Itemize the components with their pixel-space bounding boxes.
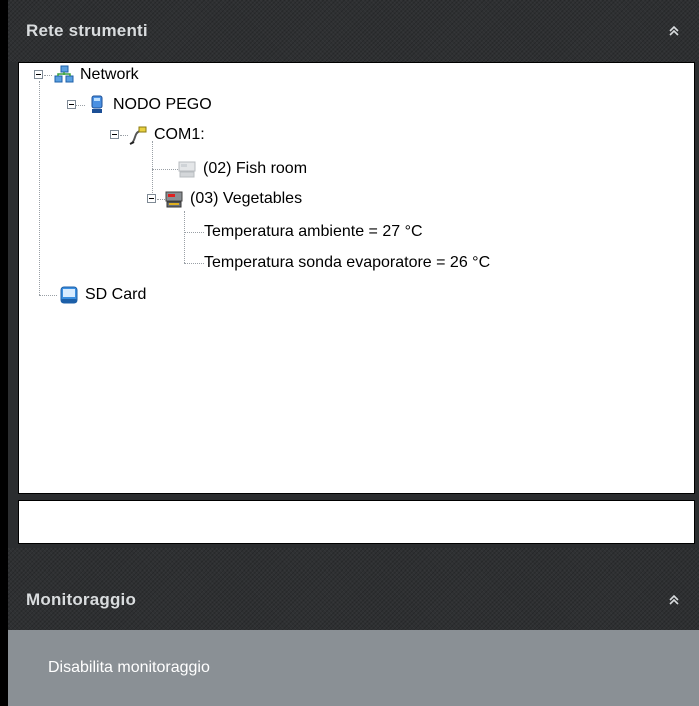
tree-label-vegetables: (03) Vegetables — [190, 190, 303, 207]
network-tree[interactable]: Network NODO PEGO COM1: (02) Fish room (… — [18, 62, 695, 494]
tree-label-sdcard: SD Card — [85, 286, 147, 303]
chevron-double-up-icon[interactable] — [667, 24, 681, 38]
serial-cable-icon — [129, 126, 147, 145]
network-panel-title: Rete strumenti — [26, 21, 148, 40]
tree-item-temp-probe[interactable]: Temperatura sonda evaporatore = 26 °C — [202, 252, 490, 274]
tree-item-network[interactable]: Network — [54, 64, 139, 86]
tree-label-node: NODO PEGO — [113, 96, 212, 113]
tree-label-temp-ambient: Temperatura ambiente = 27 °C — [204, 223, 423, 240]
tree-line — [39, 295, 57, 296]
tree-line — [184, 211, 185, 263]
tree-line — [120, 135, 128, 136]
tree-label-network: Network — [80, 66, 139, 83]
disable-monitoring-label: Disabilita monitoraggio — [48, 659, 210, 676]
disable-monitoring-button[interactable]: Disabilita monitoraggio — [8, 630, 699, 706]
tree-item-port[interactable]: COM1: — [128, 124, 205, 146]
tree-label-fish-room: (02) Fish room — [203, 160, 308, 177]
computer-node-icon — [91, 95, 103, 113]
tree-label-temp-probe: Temperatura sonda evaporatore = 26 °C — [204, 254, 491, 271]
monitoring-panel-header[interactable]: Monitoraggio — [8, 570, 699, 630]
expander-port[interactable] — [110, 130, 119, 139]
tree-line — [39, 81, 40, 295]
tree-line — [44, 75, 52, 76]
device-offline-icon — [178, 161, 196, 178]
panel-separator — [8, 548, 699, 570]
left-border — [0, 0, 8, 706]
tree-line — [75, 105, 85, 106]
expander-vegetables[interactable] — [147, 194, 156, 203]
monitoring-panel-title: Monitoraggio — [26, 590, 137, 609]
tree-item-fish-room[interactable]: (02) Fish room — [177, 158, 307, 180]
tree-line — [184, 263, 204, 264]
chevron-double-up-icon[interactable] — [667, 593, 681, 607]
tree-item-vegetables[interactable]: (03) Vegetables — [164, 188, 302, 210]
network-icon — [54, 65, 74, 83]
expander-node[interactable] — [67, 100, 76, 109]
network-panel-header[interactable]: Rete strumenti — [8, 0, 699, 62]
tree-filter-input[interactable] — [18, 500, 695, 544]
tree-item-temp-ambient[interactable]: Temperatura ambiente = 27 °C — [202, 221, 423, 243]
tree-item-sdcard[interactable]: SD Card — [59, 284, 146, 306]
tree-label-port: COM1: — [154, 126, 205, 143]
expander-network[interactable] — [34, 70, 43, 79]
tree-item-node[interactable]: NODO PEGO — [87, 94, 212, 116]
tree-line — [152, 141, 153, 201]
tree-line — [184, 232, 204, 233]
device-online-icon — [165, 191, 183, 208]
sd-card-icon — [60, 286, 78, 304]
